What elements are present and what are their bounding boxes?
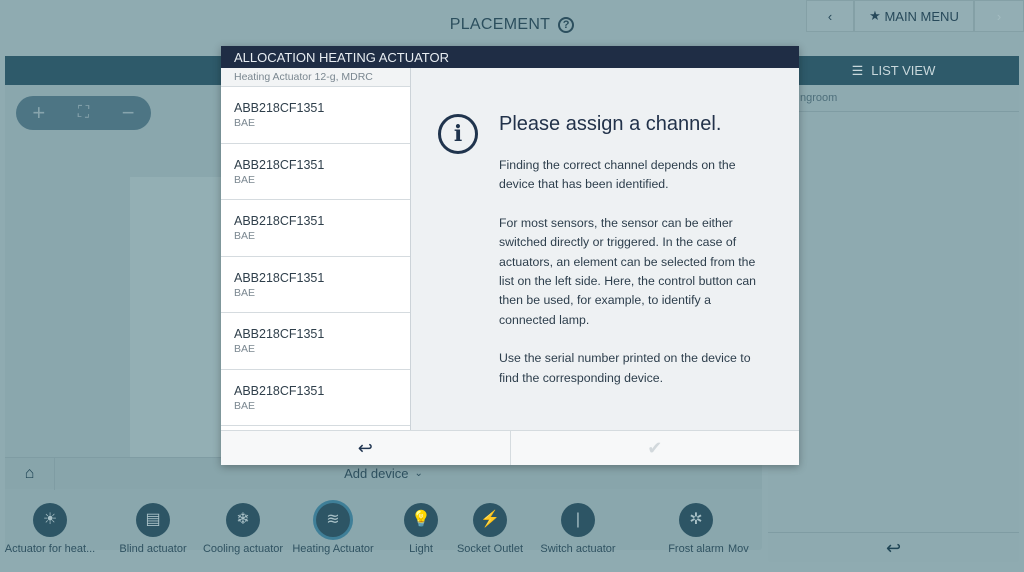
zoom-in-button[interactable]: + xyxy=(32,100,45,126)
device-0[interactable]: ☀ Actuator for heat... xyxy=(0,490,100,555)
item-name: ABB218CF1351 xyxy=(234,158,397,172)
zoom-out-button[interactable]: − xyxy=(122,100,135,126)
main-menu-label: MAIN MENU xyxy=(884,9,958,24)
list-item[interactable]: ABB218CF1351 BAE xyxy=(221,200,410,257)
list-header: Heating Actuator 12-g, MDRC xyxy=(221,68,410,87)
device-label: Socket Outlet xyxy=(440,543,540,555)
divider xyxy=(768,111,1019,112)
instructions-heading: Please assign a channel. xyxy=(499,113,799,136)
back-button[interactable]: ‹ xyxy=(806,0,854,32)
item-sub: BAE xyxy=(234,230,397,242)
list-item[interactable]: ABB218CF1351 BAE xyxy=(221,313,410,370)
zoom-controls: + ⛶ − xyxy=(16,96,151,130)
help-icon[interactable]: ? xyxy=(558,17,574,33)
device-icon: ☀ xyxy=(33,503,67,537)
list-item[interactable]: ABB218CF1351 BAE xyxy=(221,370,410,427)
device-palette: ☀Actuator for heat...▤Blind actuator❄Coo… xyxy=(5,490,762,550)
item-name: ABB218CF1351 xyxy=(234,327,397,341)
device-label: Mov xyxy=(728,543,753,555)
item-name: ABB218CF1351 xyxy=(234,101,397,115)
device-icon: ▤ xyxy=(136,503,170,537)
device-icon: ✲ xyxy=(679,503,713,537)
dialog-confirm-button[interactable]: ✔ xyxy=(511,431,800,465)
device-label: Actuator for heat... xyxy=(0,543,100,555)
forward-button[interactable]: › xyxy=(974,0,1024,32)
list-back-button[interactable]: ↩ xyxy=(768,532,1019,562)
device-8[interactable]: Mov xyxy=(728,490,753,555)
dialog-footer: ↩ ✔ xyxy=(221,430,799,465)
item-name: ABB218CF1351 xyxy=(234,214,397,228)
device-label: Heating Actuator xyxy=(283,543,383,555)
channel-list[interactable]: Heating Actuator 12-g, MDRC ABB218CF1351… xyxy=(221,68,411,430)
main-menu-button[interactable]: ★ MAIN MENU xyxy=(854,0,974,32)
device-1[interactable]: ▤ Blind actuator xyxy=(103,490,203,555)
list-item[interactable]: ABB218CF1351 BAE xyxy=(221,87,410,144)
device-icon: ❄ xyxy=(226,503,260,537)
device-5[interactable]: ⚡ Socket Outlet xyxy=(440,490,540,555)
item-name: ABB218CF1351 xyxy=(234,271,397,285)
dialog-back-button[interactable]: ↩ xyxy=(221,431,511,465)
item-sub: BAE xyxy=(234,343,397,355)
list-panel xyxy=(768,56,1019,562)
page-title-text: PLACEMENT xyxy=(450,16,551,33)
list-item[interactable]: ABB218CF1351 BAE xyxy=(221,144,410,201)
device-icon: ⚡ xyxy=(473,503,507,537)
item-sub: BAE xyxy=(234,400,397,412)
device-label: Switch actuator xyxy=(528,543,628,555)
device-label: Blind actuator xyxy=(103,543,203,555)
list-icon: ☰ xyxy=(852,63,864,79)
list-view-label: LIST VIEW xyxy=(871,63,935,78)
item-sub: BAE xyxy=(234,117,397,129)
device-6[interactable]: | Switch actuator xyxy=(528,490,628,555)
item-sub: BAE xyxy=(234,174,397,186)
item-name: ABB218CF1351 xyxy=(234,384,397,398)
device-label: Cooling actuator xyxy=(193,543,293,555)
floor-plan-area xyxy=(130,177,230,457)
home-icon[interactable]: ⌂ xyxy=(5,458,55,490)
instructions-paragraph: Finding the correct channel depends on t… xyxy=(499,156,759,195)
chevron-down-icon: ⌄ xyxy=(414,468,422,479)
dialog-title: ALLOCATION HEATING ACTUATOR xyxy=(221,46,799,68)
device-icon: 💡 xyxy=(404,503,438,537)
add-device-label: Add device xyxy=(344,466,408,481)
device-2[interactable]: ❄ Cooling actuator xyxy=(193,490,293,555)
fit-screen-button[interactable]: ⛶ xyxy=(78,104,89,122)
device-icon: | xyxy=(561,503,595,537)
device-3[interactable]: ≋ Heating Actuator xyxy=(283,490,383,555)
item-sub: BAE xyxy=(234,287,397,299)
allocation-dialog: ALLOCATION HEATING ACTUATOR Heating Actu… xyxy=(221,46,799,465)
list-item[interactable]: ABB218CF1351 BAE xyxy=(221,257,410,314)
instructions-paragraph: For most sensors, the sensor can be eith… xyxy=(499,214,759,330)
list-view-button[interactable]: ☰ LIST VIEW xyxy=(768,56,1019,85)
star-icon: ★ xyxy=(869,8,884,24)
room-label: ngroom xyxy=(800,92,837,104)
device-icon: ≋ xyxy=(316,503,350,537)
instructions-paragraph: Use the serial number printed on the dev… xyxy=(499,349,759,388)
info-icon: i xyxy=(438,114,478,154)
